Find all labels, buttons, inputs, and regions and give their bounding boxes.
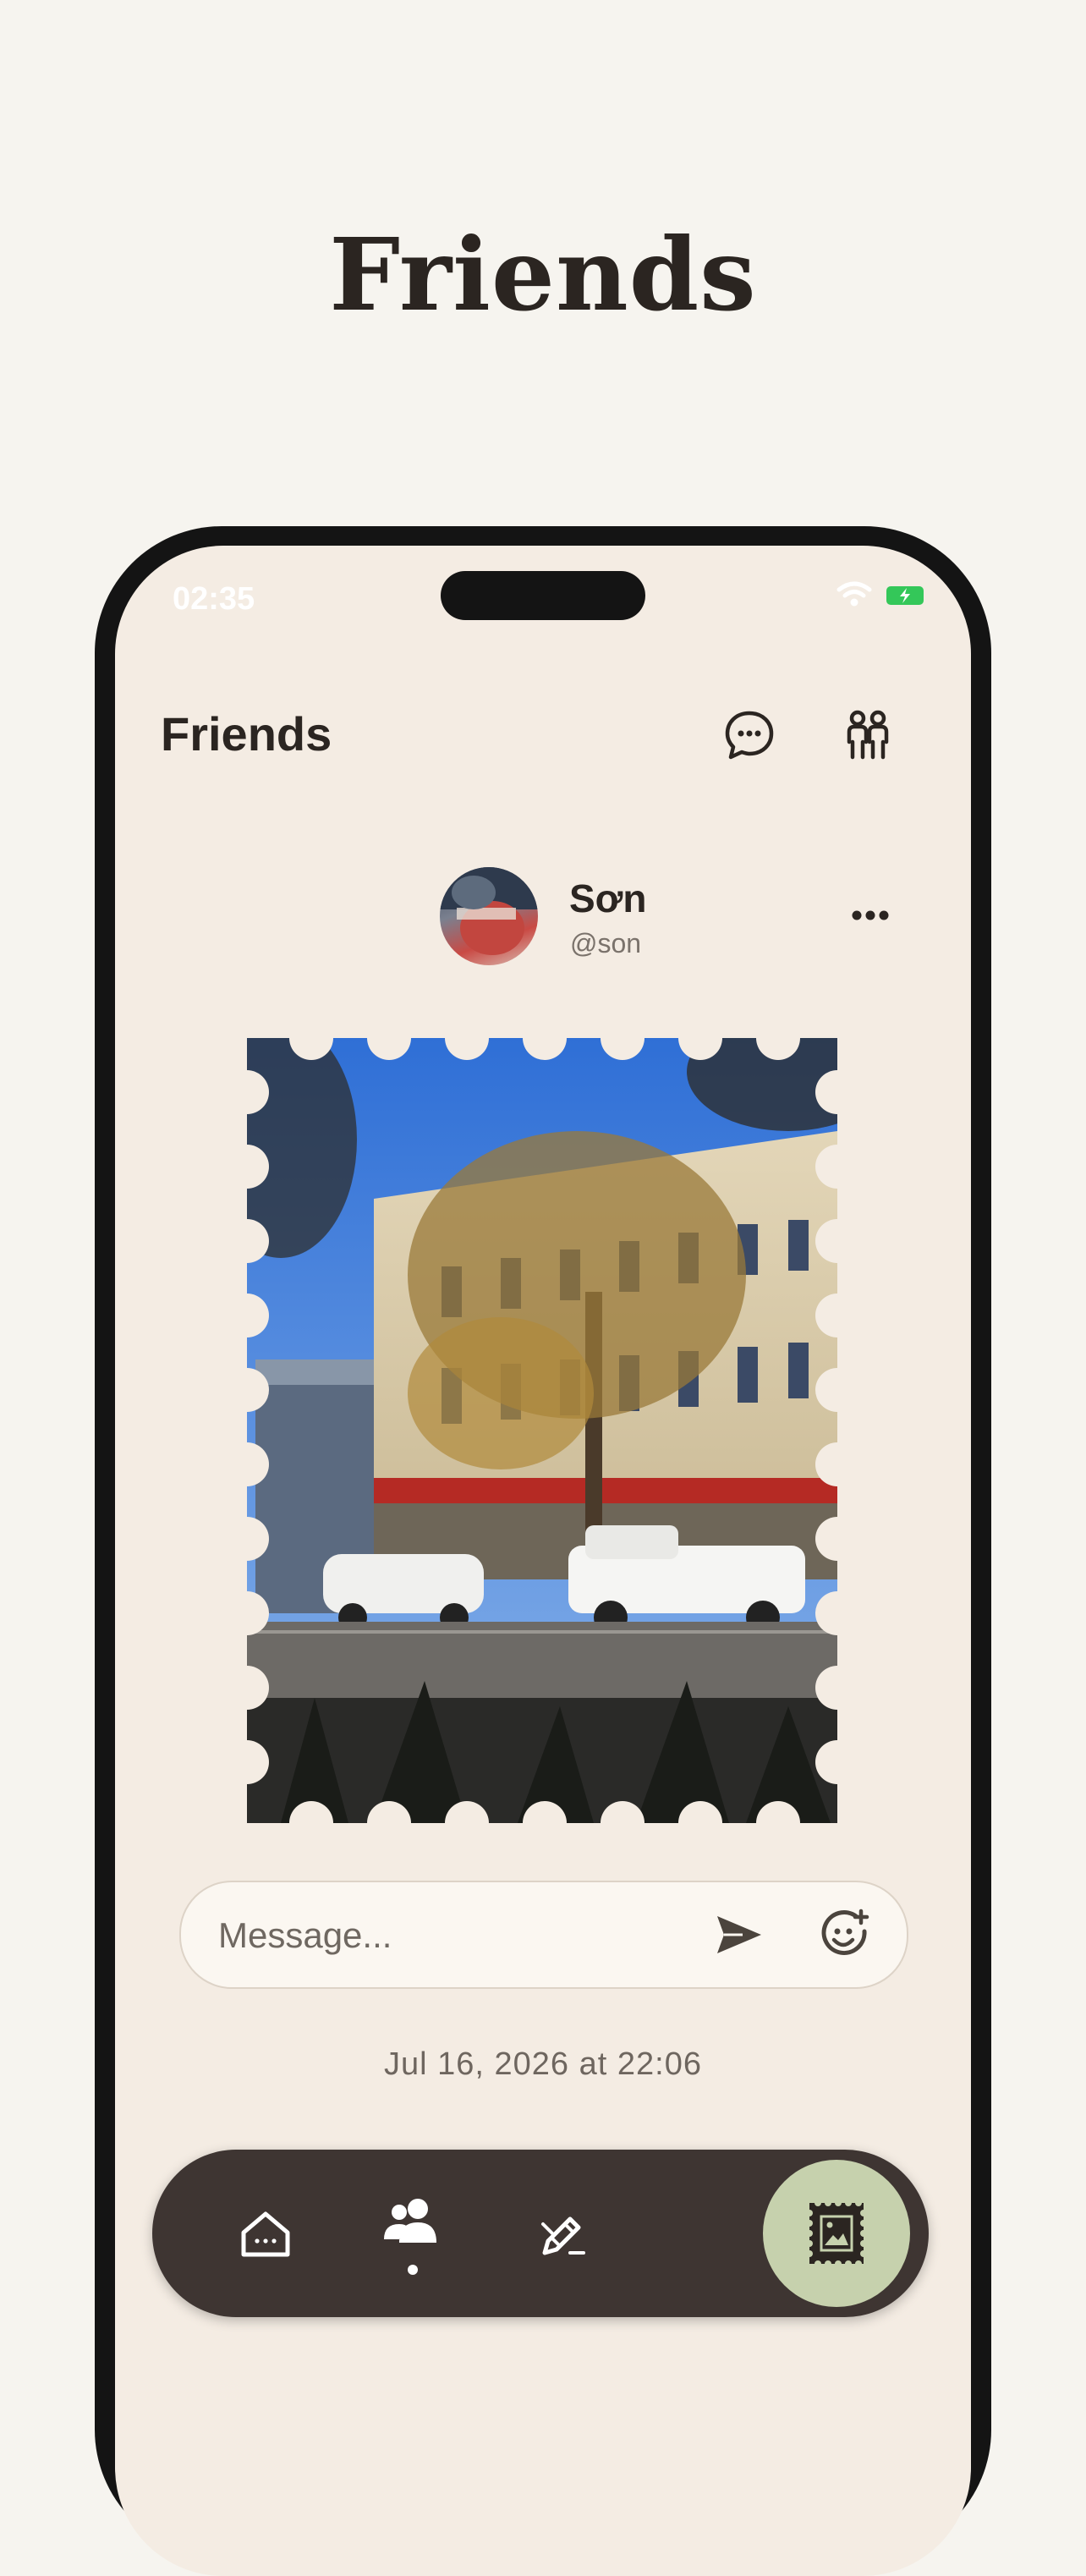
chat-bubble-icon [725,711,774,760]
more-options-button[interactable] [841,894,900,936]
ellipsis-icon [852,910,889,920]
friends-list-button[interactable] [837,705,898,766]
send-button[interactable] [712,1908,766,1962]
active-tab-indicator [408,2265,418,2275]
tab-home[interactable] [223,2150,308,2317]
user-handle: @son [570,928,642,958]
home-icon [241,2211,290,2257]
message-input[interactable] [217,1882,694,1989]
status-time: 02:35 [173,581,255,617]
tab-bar [152,2150,929,2317]
send-icon [717,1916,761,1953]
battery-charging-icon [886,586,924,605]
avatar[interactable] [440,867,538,965]
header-title: Friends [161,707,332,761]
chat-button[interactable] [719,705,780,766]
post-timestamp: Jul 16, 2026 at 22:06 [384,2046,702,2082]
tab-stamp[interactable] [763,2160,910,2307]
add-emoji-button[interactable] [817,1908,871,1962]
tab-draw[interactable] [516,2150,609,2317]
page-title: Friends [329,216,757,333]
phone-screen: 02:35 Friends Sơn @son Message... Jul 16… [115,546,971,2576]
add-emoji-icon [821,1909,869,1955]
user-name[interactable]: Sơn [569,876,646,921]
stamp-icon [806,2200,867,2267]
message-box [179,1881,908,1989]
wifi-icon [836,581,872,607]
dynamic-island [441,571,645,620]
people-icon [847,710,889,760]
people-icon [384,2199,436,2243]
pencil-icon [541,2216,585,2255]
tab-friends[interactable] [355,2150,474,2317]
stamp-photo[interactable] [247,1038,837,1823]
